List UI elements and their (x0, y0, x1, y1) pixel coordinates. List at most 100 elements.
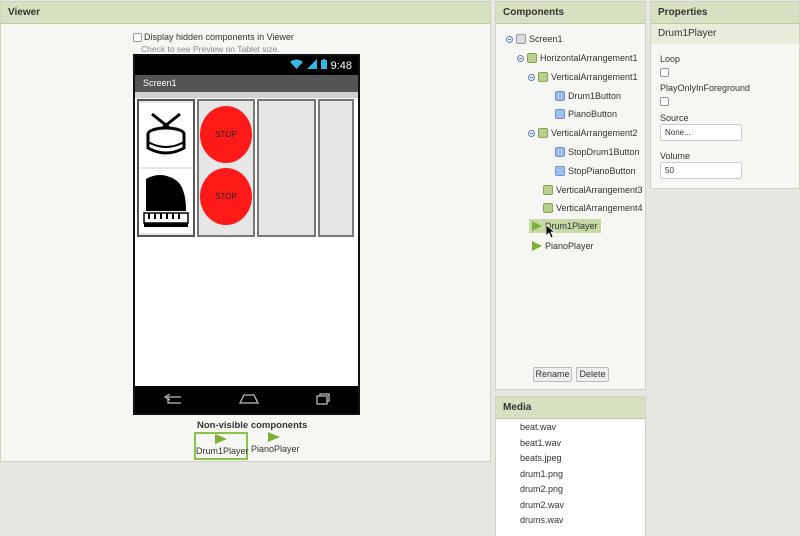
vertical-arrangement-3[interactable] (257, 99, 316, 237)
tree-item-horizontalarrangement1[interactable]: HorizontalArrangement1 (517, 53, 638, 63)
mouse-cursor-icon (545, 224, 557, 241)
volume-label: Volume (660, 151, 691, 161)
phone-status-bar: 9:48 (135, 56, 358, 75)
media-file[interactable]: beat.wav (496, 420, 645, 436)
collapse-icon[interactable] (528, 73, 535, 81)
tree-item-label: VerticalArrangement3 (556, 185, 643, 195)
home-icon (238, 393, 259, 406)
collapse-icon[interactable] (528, 129, 535, 137)
status-time: 9:48 (330, 59, 352, 72)
viewer-title: Viewer (1, 2, 490, 24)
media-file[interactable]: drum2.wav (496, 498, 645, 514)
tree-item-drum1button[interactable]: Drum1Button (555, 91, 621, 101)
loop-checkbox[interactable] (660, 68, 669, 77)
player-icon (532, 241, 542, 251)
tablet-preview-hint: Check to see Preview on Tablet size. (141, 44, 280, 54)
vertical-arrangement-icon (538, 128, 548, 138)
tree-item-label: VerticalArrangement1 (551, 72, 638, 82)
horizontal-arrangement[interactable]: STOP STOP (137, 99, 358, 237)
collapse-icon[interactable] (517, 54, 524, 62)
drum-button[interactable] (139, 103, 193, 167)
tree-item-verticalarrangement4[interactable]: VerticalArrangement4 (543, 203, 643, 213)
phone-nav-bar (135, 386, 358, 413)
components-panel: Components Screen1 HorizontalArrangement… (495, 1, 646, 390)
player-icon (196, 434, 246, 446)
nonvisible-components-title: Non-visible components (197, 420, 308, 431)
player-icon (532, 221, 542, 231)
vertical-arrangement-icon (538, 72, 548, 82)
media-list: beat.wav beat1.wav beats.jpeg drum1.png … (496, 420, 645, 536)
back-icon (163, 392, 182, 406)
vertical-arrangement-1[interactable] (137, 99, 195, 237)
stop-piano-button[interactable]: STOP (200, 168, 252, 225)
recent-apps-icon (315, 392, 330, 407)
wifi-icon (289, 59, 303, 72)
button-icon (555, 147, 565, 157)
signal-icon (306, 59, 317, 72)
delete-button[interactable]: Delete (576, 367, 609, 382)
loop-label: Loop (660, 54, 681, 64)
media-file[interactable]: beats.jpeg (496, 451, 645, 467)
vertical-arrangement-2[interactable]: STOP STOP (197, 99, 255, 237)
battery-icon (320, 59, 327, 72)
tree-item-stopdrum1button[interactable]: StopDrum1Button (555, 147, 640, 157)
collapse-icon[interactable] (506, 35, 513, 43)
media-file[interactable]: drums.wav (496, 513, 645, 529)
tree-item-verticalarrangement3[interactable]: VerticalArrangement3 (543, 185, 643, 195)
tree-item-verticalarrangement1[interactable]: VerticalArrangement1 (528, 72, 638, 82)
source-label: Source (660, 113, 689, 123)
media-panel: Media beat.wav beat1.wav beats.jpeg drum… (495, 396, 646, 536)
button-icon (555, 109, 565, 119)
tree-item-pianoplayer[interactable]: PianoPlayer (532, 241, 594, 251)
nonvisible-label: Drum1Player (196, 446, 249, 456)
media-file[interactable]: beat1.wav (496, 436, 645, 452)
drum-icon (142, 110, 190, 160)
horizontal-arrangement-icon (527, 53, 537, 63)
button-icon (555, 91, 565, 101)
play-only-in-foreground-checkbox[interactable] (660, 97, 669, 106)
tree-item-label: VerticalArrangement2 (551, 128, 638, 138)
nonvisible-drum1player[interactable]: Drum1Player (194, 432, 249, 460)
media-file[interactable]: drum1.png (496, 467, 645, 483)
display-hidden-label: Display hidden components in Viewer (144, 32, 294, 42)
phone-preview: 9:48 Screen1 STOP STOP (133, 54, 360, 415)
viewer-panel: Viewer Display hidden components in View… (0, 1, 491, 462)
media-file[interactable]: drum2.png (496, 482, 645, 498)
display-hidden-checkbox[interactable]: Display hidden components in Viewer (133, 32, 294, 42)
tree-item-label: StopPianoButton (568, 166, 636, 176)
properties-panel: Properties Drum1Player Loop PlayOnlyInFo… (650, 1, 800, 189)
screen-title-bar: Screen1 (135, 75, 358, 92)
tree-item-verticalarrangement2[interactable]: VerticalArrangement2 (528, 128, 638, 138)
components-title: Components (496, 2, 645, 24)
tree-item-label: PianoButton (568, 109, 618, 119)
player-icon (251, 432, 297, 444)
screen-icon (516, 34, 526, 44)
tree-item-label: HorizontalArrangement1 (540, 53, 638, 63)
nonvisible-label: PianoPlayer (251, 444, 300, 454)
tree-item-label: VerticalArrangement4 (556, 203, 643, 213)
nonvisible-pianoplayer[interactable]: PianoPlayer (251, 432, 300, 460)
tree-item-stoppianobutton[interactable]: StopPianoButton (555, 166, 636, 176)
piano-button[interactable] (139, 169, 193, 233)
tree-item-screen1[interactable]: Screen1 (506, 34, 563, 44)
volume-input[interactable]: 50 (660, 162, 742, 179)
tree-item-drum1player[interactable]: Drum1Player (529, 219, 601, 233)
vertical-arrangement-icon (543, 203, 553, 213)
play-only-in-foreground-label: PlayOnlyInForeground (660, 83, 751, 93)
piano-icon (140, 171, 192, 231)
button-icon (555, 166, 565, 176)
vertical-arrangement-icon (543, 185, 553, 195)
properties-title: Properties (651, 2, 799, 24)
title-divider (135, 92, 358, 98)
tree-item-label: Screen1 (529, 34, 563, 44)
tree-item-label: PianoPlayer (545, 241, 594, 251)
selected-component-name: Drum1Player (651, 24, 799, 44)
tree-item-pianobutton[interactable]: PianoButton (555, 109, 617, 119)
checkbox-box[interactable] (133, 32, 142, 42)
source-input[interactable]: None... (660, 124, 742, 141)
rename-button[interactable]: Rename (533, 367, 572, 382)
vertical-arrangement-4[interactable] (318, 99, 354, 237)
tree-item-label: Drum1Button (568, 91, 622, 101)
tree-item-label: StopDrum1Button (568, 147, 640, 157)
stop-drum-button[interactable]: STOP (200, 106, 252, 163)
